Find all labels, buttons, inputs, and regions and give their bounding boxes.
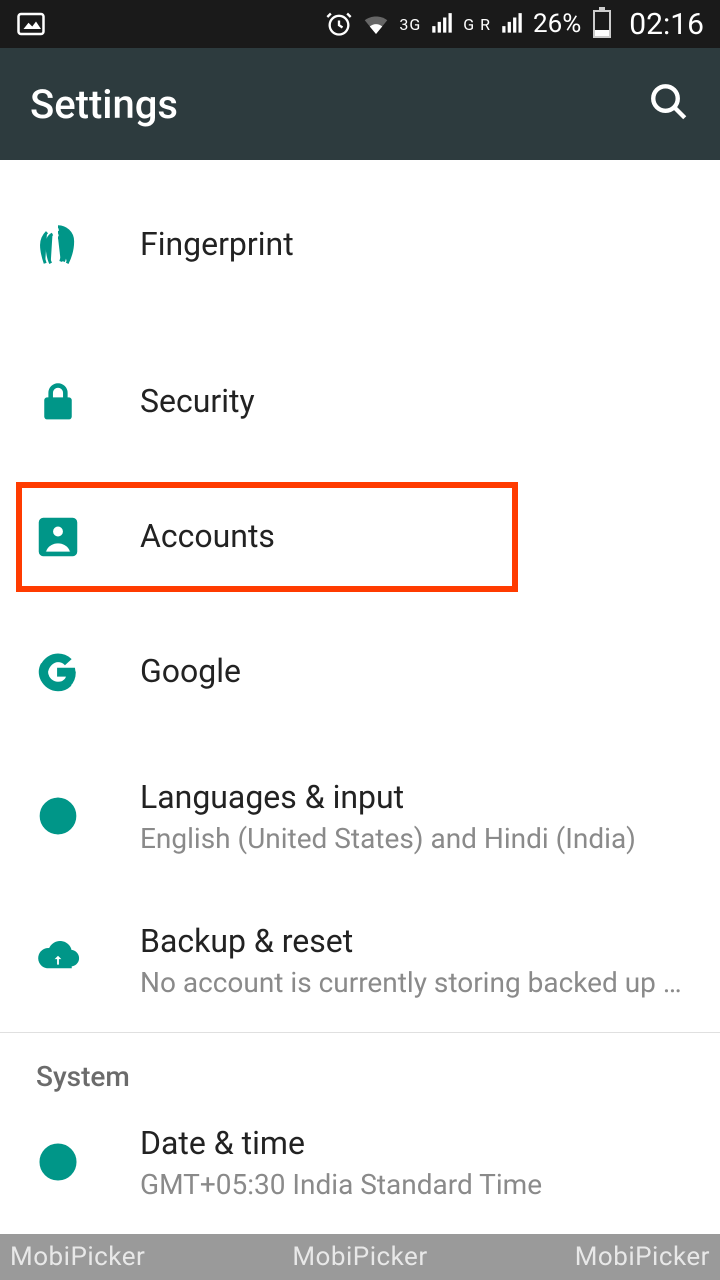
section-header-system: System — [0, 1032, 720, 1102]
watermark-text: MobiPicker — [292, 1242, 427, 1272]
text-slot: Fingerprint — [140, 224, 684, 266]
text-slot: Accounts — [140, 516, 684, 558]
item-label: Fingerprint — [140, 224, 684, 266]
item-label: Date & time — [140, 1123, 684, 1165]
signal1-icon — [429, 11, 455, 37]
photos-icon — [16, 9, 46, 39]
icon-slot — [36, 650, 140, 694]
battery-percent: 26% — [533, 9, 581, 39]
icon-slot — [36, 1140, 140, 1184]
battery-icon — [593, 10, 611, 38]
item-label: Languages & input — [140, 777, 684, 819]
accounts-wrapper: Accounts — [0, 474, 720, 600]
wifi-icon — [361, 9, 391, 39]
watermark-text: MobiPicker — [575, 1242, 710, 1272]
lock-icon — [36, 380, 80, 424]
item-label: Security — [140, 381, 684, 423]
text-slot: Security — [140, 381, 684, 423]
item-sub: GMT+05:30 India Standard Time — [140, 1168, 684, 1201]
item-label: Backup & reset — [140, 921, 684, 963]
person-icon — [36, 515, 80, 559]
fingerprint-icon — [36, 223, 80, 267]
alarm-icon — [325, 10, 353, 38]
network2-label: G R — [463, 15, 491, 34]
icon-slot — [36, 380, 140, 424]
clock-time: 02:16 — [629, 7, 704, 42]
text-slot: Date & time GMT+05:30 India Standard Tim… — [140, 1123, 684, 1202]
google-icon — [36, 650, 80, 694]
settings-item-security[interactable]: Security — [0, 330, 720, 474]
cloud-upload-icon — [36, 938, 80, 982]
search-icon — [648, 81, 690, 123]
settings-item-languages[interactable]: Languages & input English (United States… — [0, 744, 720, 888]
item-label: Accounts — [140, 516, 684, 558]
text-slot: Backup & reset No account is currently s… — [140, 921, 684, 1000]
icon-slot — [36, 794, 140, 838]
status-left — [16, 9, 46, 39]
signal2-icon — [499, 11, 525, 37]
settings-item-google[interactable]: Google — [0, 600, 720, 744]
icon-slot — [36, 938, 140, 982]
watermark-text: MobiPicker — [10, 1242, 145, 1272]
status-bar: 3G G R 26% 02:16 — [0, 0, 720, 48]
settings-item-accounts[interactable]: Accounts — [0, 474, 720, 600]
icon-slot — [36, 515, 140, 559]
settings-item-datetime[interactable]: Date & time GMT+05:30 India Standard Tim… — [0, 1102, 720, 1222]
page-title: Settings — [30, 81, 178, 128]
item-sub: No account is currently storing backed u… — [140, 966, 684, 999]
globe-icon — [36, 794, 80, 838]
icon-slot — [36, 223, 140, 267]
settings-item-fingerprint[interactable]: Fingerprint — [0, 160, 720, 330]
app-bar: Settings — [0, 48, 720, 160]
status-right: 3G G R 26% 02:16 — [325, 7, 704, 42]
watermark-bar: MobiPicker MobiPicker MobiPicker — [0, 1234, 720, 1280]
clock-icon — [36, 1140, 80, 1184]
text-slot: Google — [140, 651, 684, 693]
item-sub: English (United States) and Hindi (India… — [140, 822, 684, 855]
settings-item-backup[interactable]: Backup & reset No account is currently s… — [0, 888, 720, 1032]
item-label: Google — [140, 651, 684, 693]
search-button[interactable] — [648, 81, 690, 127]
network1-label: 3G — [399, 15, 421, 34]
text-slot: Languages & input English (United States… — [140, 777, 684, 856]
settings-list: Fingerprint Security Accounts — [0, 160, 720, 1222]
